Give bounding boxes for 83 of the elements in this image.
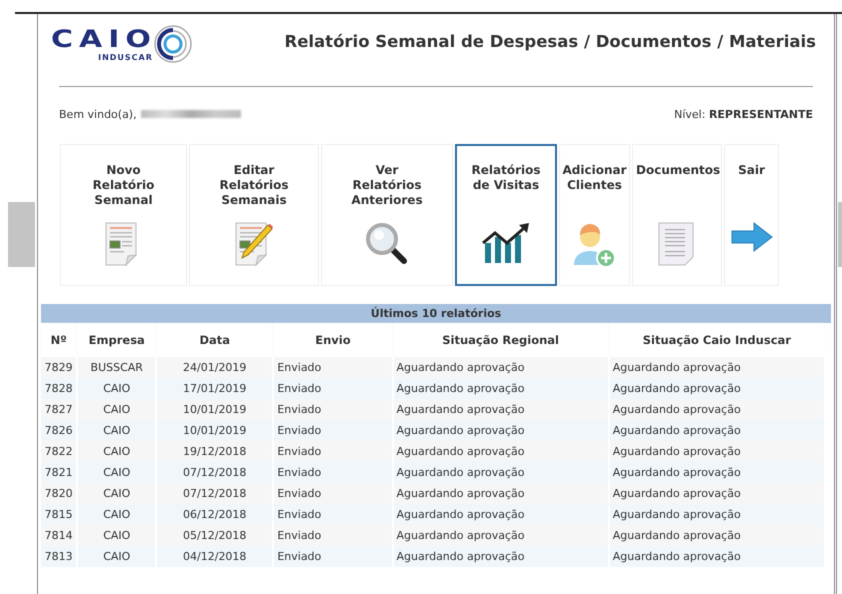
menu-tile[interactable]: Adicionar Clientes (559, 144, 630, 286)
page-title: Relatório Semanal de Despesas / Documentos / Materiais (284, 32, 816, 53)
table-cell: CAIO (78, 483, 156, 504)
table-cell: CAIO (78, 546, 156, 567)
menu-tile[interactable]: Sair (724, 144, 779, 286)
menu-tile[interactable]: Relatórios de Visitas (455, 144, 557, 286)
table-cell: Enviado (274, 399, 392, 420)
table-cell: Aguardando aprovação (394, 357, 608, 378)
table-cell: Aguardando aprovação (394, 462, 608, 483)
table-cell: 7813 (41, 546, 76, 567)
table-cell: CAIO (78, 378, 156, 399)
table-cell: Aguardando aprovação (610, 483, 824, 504)
chart-growth-icon (481, 221, 531, 265)
column-header: Nº (41, 323, 76, 357)
table-cell: Aguardando aprovação (394, 483, 608, 504)
company-logo: CAIO INDUSCAR (51, 28, 251, 76)
welcome-text: Bem vindo(a), (59, 108, 137, 120)
table-cell: Aguardando aprovação (610, 378, 824, 399)
table-cell: 7822 (41, 441, 76, 462)
table-cell: CAIO (78, 399, 156, 420)
menu-tile[interactable]: Ver Relatórios Anteriores (321, 144, 453, 286)
column-header: Empresa (78, 323, 156, 357)
table-cell: 7815 (41, 504, 76, 525)
table-cell: Enviado (274, 420, 392, 441)
table-cell: 07/12/2018 (157, 462, 272, 483)
table-cell: Enviado (274, 378, 392, 399)
arrow-right-icon (730, 221, 774, 253)
table-cell: Enviado (274, 357, 392, 378)
table-cell: 7821 (41, 462, 76, 483)
magnifier-icon (364, 221, 410, 267)
table-cell: 07/12/2018 (157, 483, 272, 504)
table-cell: 10/01/2019 (157, 420, 272, 441)
table-cell: BUSSCAR (78, 357, 156, 378)
table-cell: Aguardando aprovação (610, 399, 824, 420)
table-cell: CAIO (78, 504, 156, 525)
table-cell: Aguardando aprovação (394, 441, 608, 462)
user-level: Nível: REPRESENTANTE (674, 108, 813, 120)
column-header: Data (157, 323, 272, 357)
table-cell: Enviado (274, 462, 392, 483)
column-header: Situação Regional (394, 323, 608, 357)
table-cell: Aguardando aprovação (610, 525, 824, 546)
table-cell: Enviado (274, 546, 392, 567)
table-cell: 10/01/2019 (157, 399, 272, 420)
table-cell: 7827 (41, 399, 76, 420)
table-cell: Aguardando aprovação (610, 357, 824, 378)
table-caption: Últimos 10 relatórios (41, 304, 831, 323)
table-cell: 05/12/2018 (157, 525, 272, 546)
table-cell: 7820 (41, 483, 76, 504)
table-cell: Aguardando aprovação (610, 546, 824, 567)
table-cell: 06/12/2018 (157, 504, 272, 525)
table-cell: Aguardando aprovação (394, 504, 608, 525)
table-cell: CAIO (78, 420, 156, 441)
column-header: Envio (274, 323, 392, 357)
table-cell: Aguardando aprovação (610, 441, 824, 462)
table-cell: CAIO (78, 525, 156, 546)
table-cell: Aguardando aprovação (394, 546, 608, 567)
table-cell: Aguardando aprovação (610, 504, 824, 525)
table-cell: Aguardando aprovação (610, 462, 824, 483)
table-cell: CAIO (78, 441, 156, 462)
table-cell: Aguardando aprovação (394, 420, 608, 441)
table-cell: Enviado (274, 441, 392, 462)
table-cell: Aguardando aprovação (394, 378, 608, 399)
menu-tile[interactable]: Editar Relatórios Semanais (189, 144, 319, 286)
side-panel-edge (8, 202, 35, 267)
document-pencil-icon (234, 221, 274, 267)
table-cell: 24/01/2019 (157, 357, 272, 378)
menu-tile[interactable]: Novo Relatório Semanal (60, 144, 187, 286)
table-cell: Aguardando aprovação (394, 399, 608, 420)
table-cell: 7828 (41, 378, 76, 399)
table-cell: Enviado (274, 525, 392, 546)
table-cell: Enviado (274, 483, 392, 504)
column-header: Situação Caio Induscar (610, 323, 824, 357)
table-cell: 04/12/2018 (157, 546, 272, 567)
table-cell: 7814 (41, 525, 76, 546)
table-cell: 7829 (41, 357, 76, 378)
menu-tile[interactable]: Documentos (632, 144, 722, 286)
table-cell: Enviado (274, 504, 392, 525)
table-cell: CAIO (78, 462, 156, 483)
table-cell: 19/12/2018 (157, 441, 272, 462)
table-cell: 17/01/2019 (157, 378, 272, 399)
table-cell: Aguardando aprovação (394, 525, 608, 546)
table-cell: 7826 (41, 420, 76, 441)
table-cell: Aguardando aprovação (610, 420, 824, 441)
